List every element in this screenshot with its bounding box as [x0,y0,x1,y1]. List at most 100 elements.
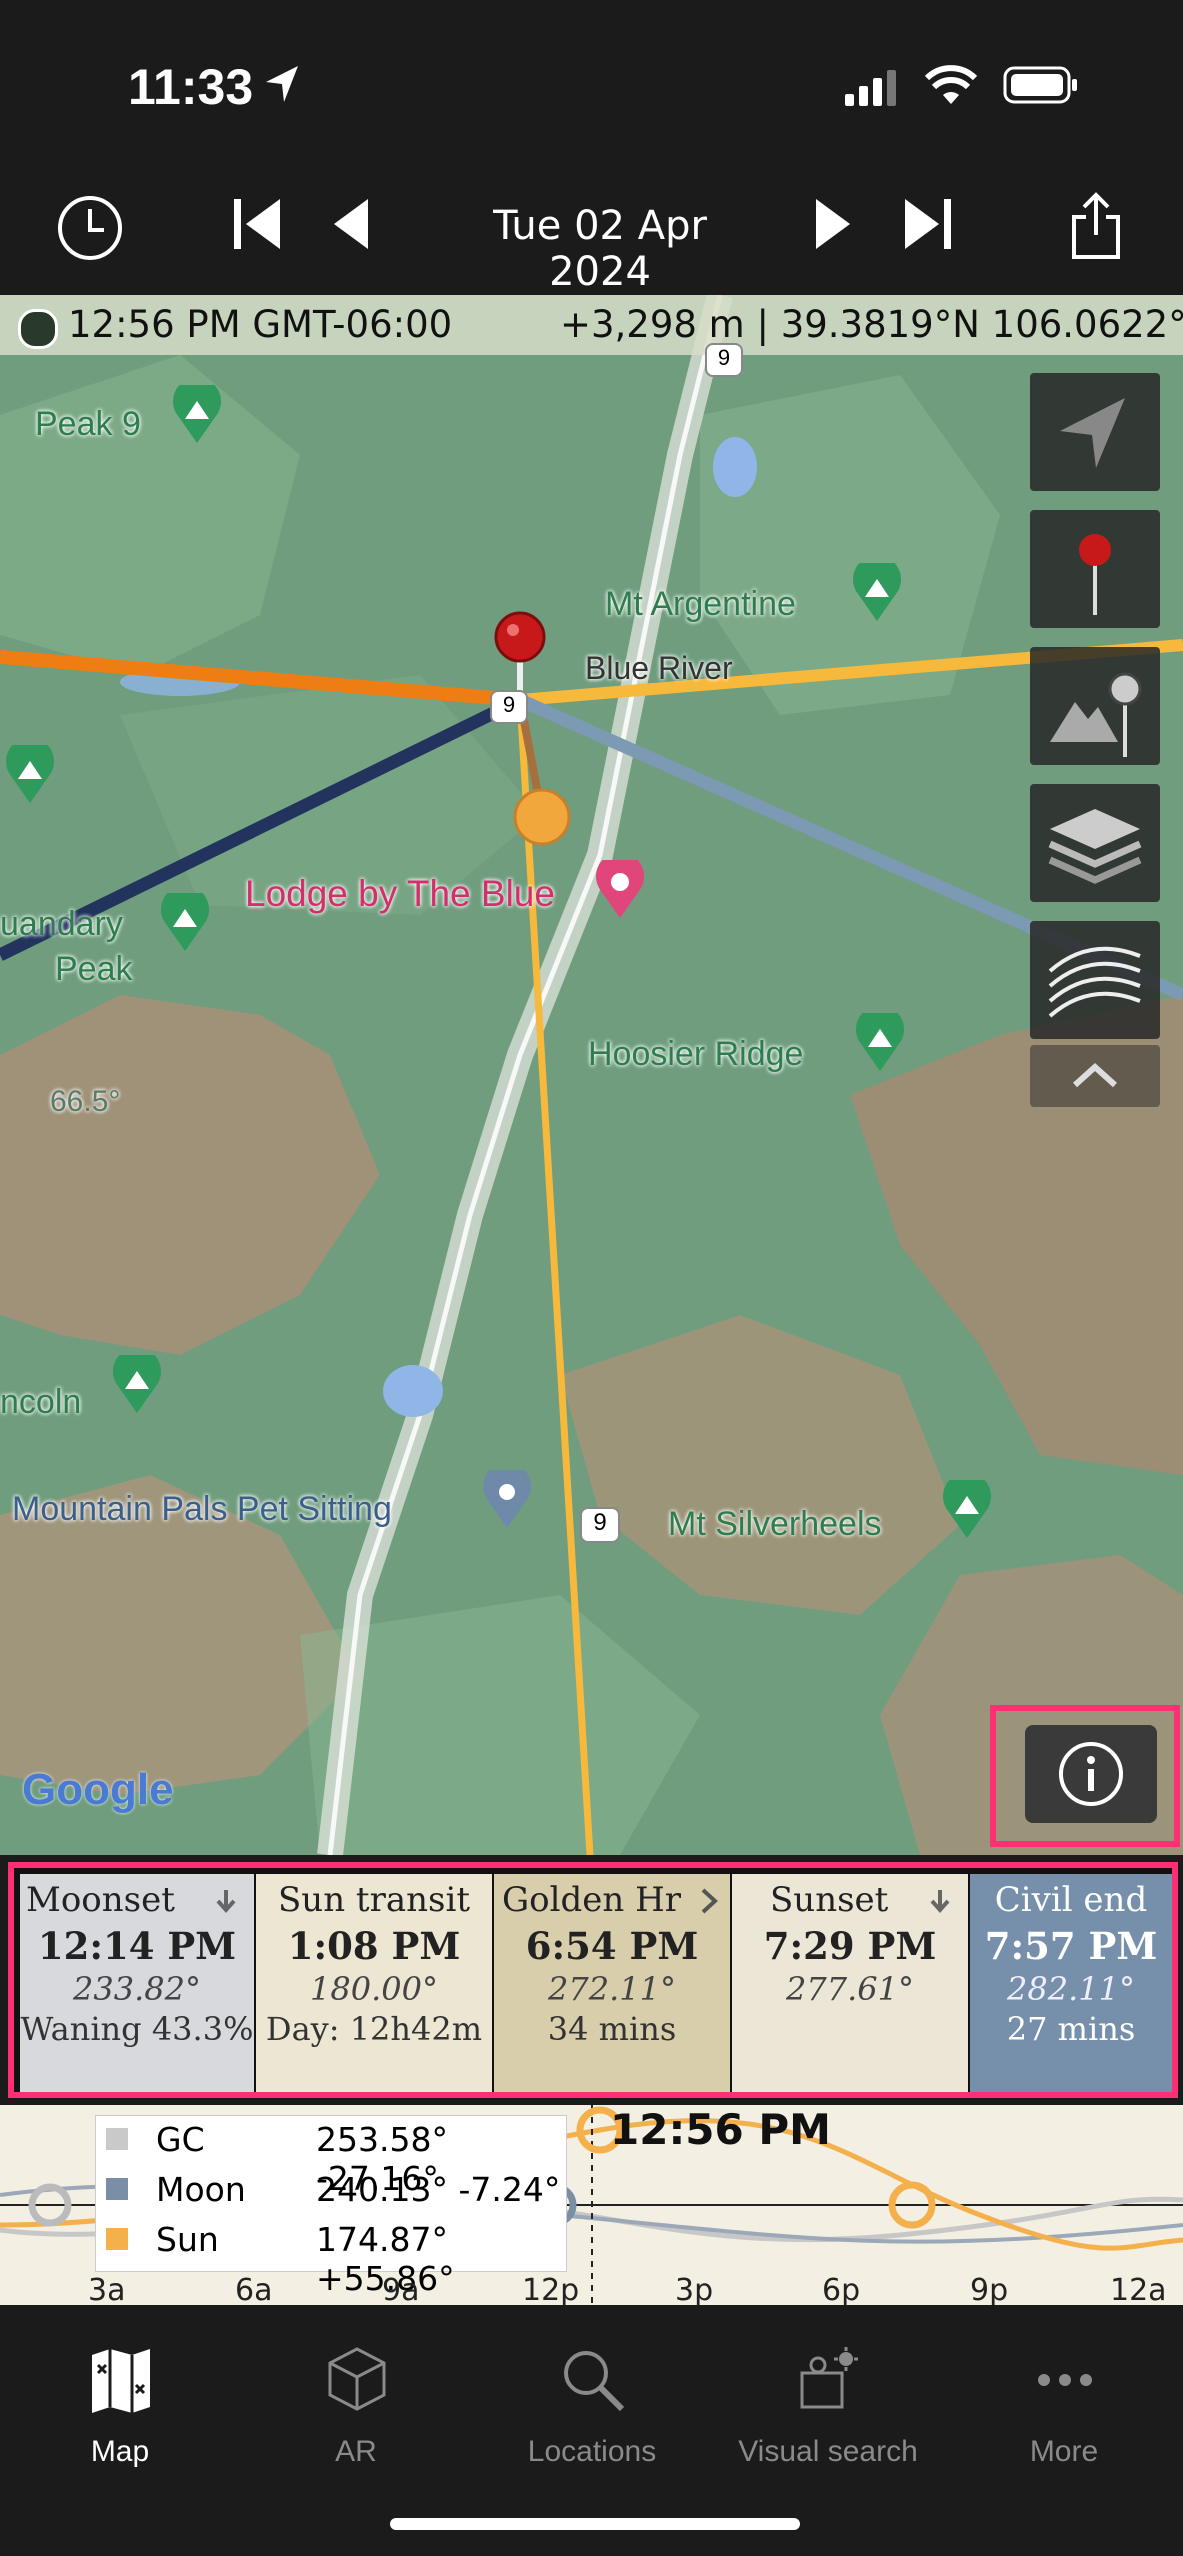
label-mt-silverheels: Mt Silverheels [668,1505,882,1543]
legend-name: GC [156,2120,205,2159]
pet-sitting-poi-icon[interactable] [482,1470,532,1530]
event-time: 7:57 PM [984,1924,1158,1968]
route-shield: 9 [490,690,528,724]
time-tick: 12p [522,2273,580,2308]
route-shield: 9 [580,1507,620,1543]
label-pet-sitting[interactable]: Mountain Pals Pet Sitting [12,1490,392,1529]
label-lincoln: ncoln [0,1383,82,1421]
mountain-poi-icon[interactable] [172,385,222,445]
time-zone-readout: 12:56 PM GMT-06:00 [68,303,453,346]
tab-locations[interactable]: Locations [474,2345,710,2485]
mountain-pin-button[interactable] [1030,647,1160,765]
mountain-poi-icon[interactable] [852,563,902,623]
sun-moon-timeline[interactable]: 12:56 PM GC 253.58° -27.16° Moon 240.13°… [0,2105,1183,2308]
time-tick: 9p [970,2273,1009,2308]
chart-legend: GC 253.58° -27.16° Moon 240.13° -7.24° S… [95,2115,567,2298]
location-arrow-icon [266,66,298,102]
down-arrow-icon [216,1890,236,1914]
chevron-up-icon [1072,1062,1118,1088]
google-logo: Google [22,1765,174,1814]
mountain-poi-icon[interactable] [855,1013,905,1073]
mountain-poi-icon[interactable] [160,893,210,953]
map-layers-button[interactable] [1030,784,1160,902]
route-shield: 9 [705,343,743,377]
layers-icon [1048,809,1142,884]
tab-map[interactable]: Map [2,2345,238,2485]
mountain-pin-icon [1050,672,1142,757]
legend-swatch [106,2228,128,2250]
skip-to-start-icon[interactable] [232,197,282,251]
event-card-moonset[interactable]: Moonset 12:14 PM 233.82° Waning 43.3% [20,1874,254,2092]
my-location-button[interactable] [1030,373,1160,491]
lodge-poi-icon[interactable] [595,860,645,920]
info-button-highlight [990,1705,1180,1847]
current-time-marker: 12:56 PM [610,2105,831,2154]
down-arrow-icon [930,1890,950,1914]
skip-to-end-icon[interactable] [903,197,953,251]
label-hoosier-ridge: Hoosier Ridge [588,1035,804,1073]
label-mt-argentine: Mt Argentine [605,585,796,623]
event-name: Sun transit [278,1880,470,1920]
status-bar: 11:33 [0,0,1183,175]
events-strip: Moonset 12:14 PM 233.82° Waning 43.3% Su… [8,1862,1178,2098]
wifi-icon [925,65,977,104]
legend-name: Sun [156,2220,219,2259]
drop-pin-button[interactable] [1030,510,1160,628]
time-tick: 12a [1110,2273,1167,2308]
event-detail: 27 mins [1006,2010,1136,2048]
share-icon[interactable] [1070,191,1122,261]
label-blue-river: Blue River [585,650,733,686]
event-detail: Waning 43.3% [20,2010,254,2048]
more-icon [1038,2374,1092,2386]
time-tick: 3a [88,2273,126,2308]
label-quandary-peak: Peak [55,950,133,988]
time-tick: 3p [675,2273,714,2308]
event-card-sunset[interactable]: Sunset 7:29 PM 277.61° [732,1874,968,2092]
mountain-poi-icon[interactable] [112,1355,162,1415]
event-time: 7:29 PM [763,1924,937,1968]
label-lodge[interactable]: Lodge by The Blue [245,873,555,915]
previous-day-icon[interactable] [332,197,372,251]
search-icon [564,2351,625,2412]
mountain-poi-icon[interactable] [5,745,55,805]
mountain-poi-icon[interactable] [942,1480,992,1540]
time-tick: 9a [382,2273,420,2308]
tab-more[interactable]: More [946,2345,1182,2485]
legend-name: Moon [156,2170,246,2209]
moon-phase-icon [18,309,58,349]
signal-icon [845,70,896,106]
event-detail: Day: 12h42m [265,2010,483,2048]
tab-label: More [1029,2435,1099,2468]
red-pin-icon [1079,534,1111,615]
tab-label: Locations [527,2435,657,2468]
event-card-golden-hour[interactable]: Golden Hr 6:54 PM 272.11° 34 mins [494,1874,730,2092]
event-azimuth: 233.82° [73,1970,201,2008]
tab-ar[interactable]: AR [238,2345,474,2485]
event-azimuth: 277.61° [786,1970,914,2008]
navigation-arrow-icon [1060,398,1125,468]
legend-row-gc: GC 253.58° -27.16° [106,2116,561,2198]
event-card-civil-end[interactable]: Civil end 7:57 PM 282.11° 27 mins [970,1874,1172,2092]
contours-button[interactable] [1030,921,1160,1039]
tab-visual-search[interactable]: Visual search [710,2345,946,2485]
collapse-controls-button[interactable] [1030,1045,1160,1107]
time-tick: 6p [822,2273,861,2308]
time-tick: 6a [235,2273,273,2308]
event-azimuth: 282.11° [1007,1970,1135,2008]
event-card-sun-transit[interactable]: Sun transit 1:08 PM 180.00° Day: 12h42m [256,1874,492,2092]
home-indicator [390,2518,800,2530]
clock-icon[interactable] [55,193,125,263]
visual-search-icon [800,2347,858,2409]
event-time: 12:14 PM [37,1924,237,1968]
coordinates-readout: +3,298 m | 39.3819°N 106.0622°W [560,303,1183,346]
contour-lines-icon [1048,946,1141,1018]
map-view[interactable]: 12:56 PM GMT-06:00 +3,298 m | 39.3819°N … [0,295,1183,1855]
current-date[interactable]: Tue 02 Apr 2024 [440,203,760,295]
label-peak-9: Peak 9 [35,405,141,443]
legend-swatch [106,2128,128,2150]
event-name: Civil end [994,1880,1148,1920]
legend-value: 240.13° -7.24° [316,2170,561,2209]
next-day-icon[interactable] [812,197,852,251]
battery-icon [1003,66,1077,104]
bearing-label: 66.5° [50,1085,121,1118]
